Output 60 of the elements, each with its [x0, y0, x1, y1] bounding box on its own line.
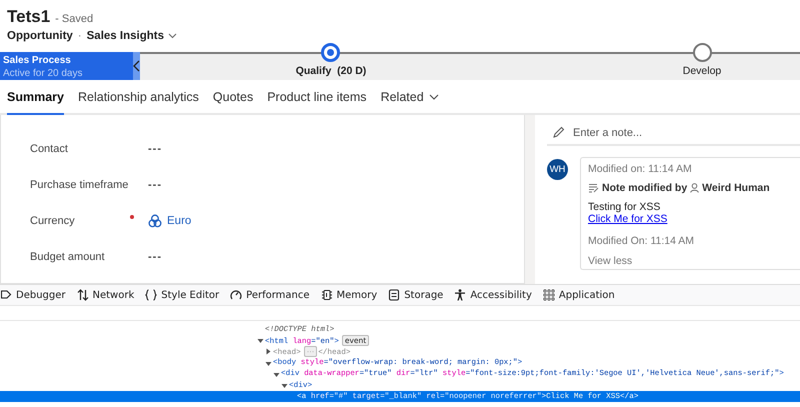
action-text: Note modified by — [602, 182, 688, 194]
currency-icon — [148, 214, 162, 228]
author-name: Weird Human — [702, 182, 770, 194]
field-value: --- — [148, 143, 162, 155]
caret-down-icon[interactable] — [281, 382, 288, 390]
lookup-link[interactable]: Euro — [167, 215, 192, 227]
tab[interactable]: Quotes — [212, 80, 254, 115]
save-status: - Saved — [55, 13, 94, 25]
caret-down-icon[interactable] — [257, 337, 264, 344]
devtools-tab[interactable]: Accessibility — [453, 285, 533, 305]
avatar: WH — [547, 159, 568, 180]
devtools-tab[interactable]: Debugger — [0, 285, 66, 305]
chevron-down-icon — [168, 33, 177, 39]
note-body: Testing for XSS — [588, 201, 660, 213]
collapse-button[interactable] — [133, 52, 140, 80]
chip-icon — [320, 289, 333, 301]
devtools-tab[interactable]: Performance — [229, 285, 311, 305]
modified-time: Modified on: 11:14 AM — [588, 163, 692, 175]
braces-icon — [145, 289, 158, 301]
devtools-tab[interactable]: Application — [542, 285, 616, 305]
record-title: Tets1 — [7, 7, 50, 27]
separator-dot: · — [78, 30, 82, 42]
field-value: --- — [148, 251, 162, 263]
form-selector[interactable]: Sales Insights — [86, 30, 177, 42]
storage-icon — [388, 289, 400, 301]
person-icon — [690, 183, 700, 193]
devtools-tab[interactable]: Storage — [387, 285, 444, 305]
note-icon — [588, 183, 599, 193]
pencil-icon — [552, 126, 565, 139]
stage-marker[interactable] — [321, 43, 340, 62]
chevron-down-icon — [428, 94, 439, 100]
view-less-button[interactable]: View less — [588, 255, 632, 267]
gauge-icon — [230, 289, 242, 301]
devtools-tab[interactable]: Memory — [320, 285, 378, 305]
field-label: Contact — [30, 143, 69, 155]
tab[interactable]: Related — [380, 80, 439, 115]
field-label: Budget amount — [30, 251, 106, 263]
modified-time: Modified On: 11:14 AM — [588, 235, 694, 247]
grid-icon — [542, 289, 555, 301]
person-icon — [454, 289, 466, 301]
devtools-tab[interactable]: Style Editor — [144, 285, 220, 305]
tab[interactable]: Product line items — [267, 80, 367, 115]
field-label: Currency — [30, 215, 76, 227]
tab[interactable]: Relationship analytics — [78, 80, 199, 115]
stage-marker[interactable] — [693, 43, 712, 62]
caret-right-icon[interactable] — [265, 348, 272, 356]
entity-name: Opportunity — [7, 30, 73, 42]
caret-down-icon[interactable] — [273, 370, 280, 378]
field-label: Purchase timeframe — [30, 179, 130, 191]
tag-icon — [1, 289, 12, 301]
note-link[interactable]: Click Me for XSS — [588, 213, 668, 225]
arrows-icon — [76, 289, 88, 301]
caret-down-icon[interactable] — [265, 360, 272, 367]
field-value: --- — [148, 179, 162, 191]
stage-label[interactable]: Develop — [682, 65, 722, 77]
process-duration: Active for 20 days — [3, 68, 84, 79]
stage-label[interactable]: Qualify (20 D) — [296, 65, 366, 77]
chevron-left-icon — [133, 60, 140, 72]
devtools-tab[interactable]: Network — [76, 285, 136, 305]
process-name: Sales Process — [3, 55, 72, 66]
